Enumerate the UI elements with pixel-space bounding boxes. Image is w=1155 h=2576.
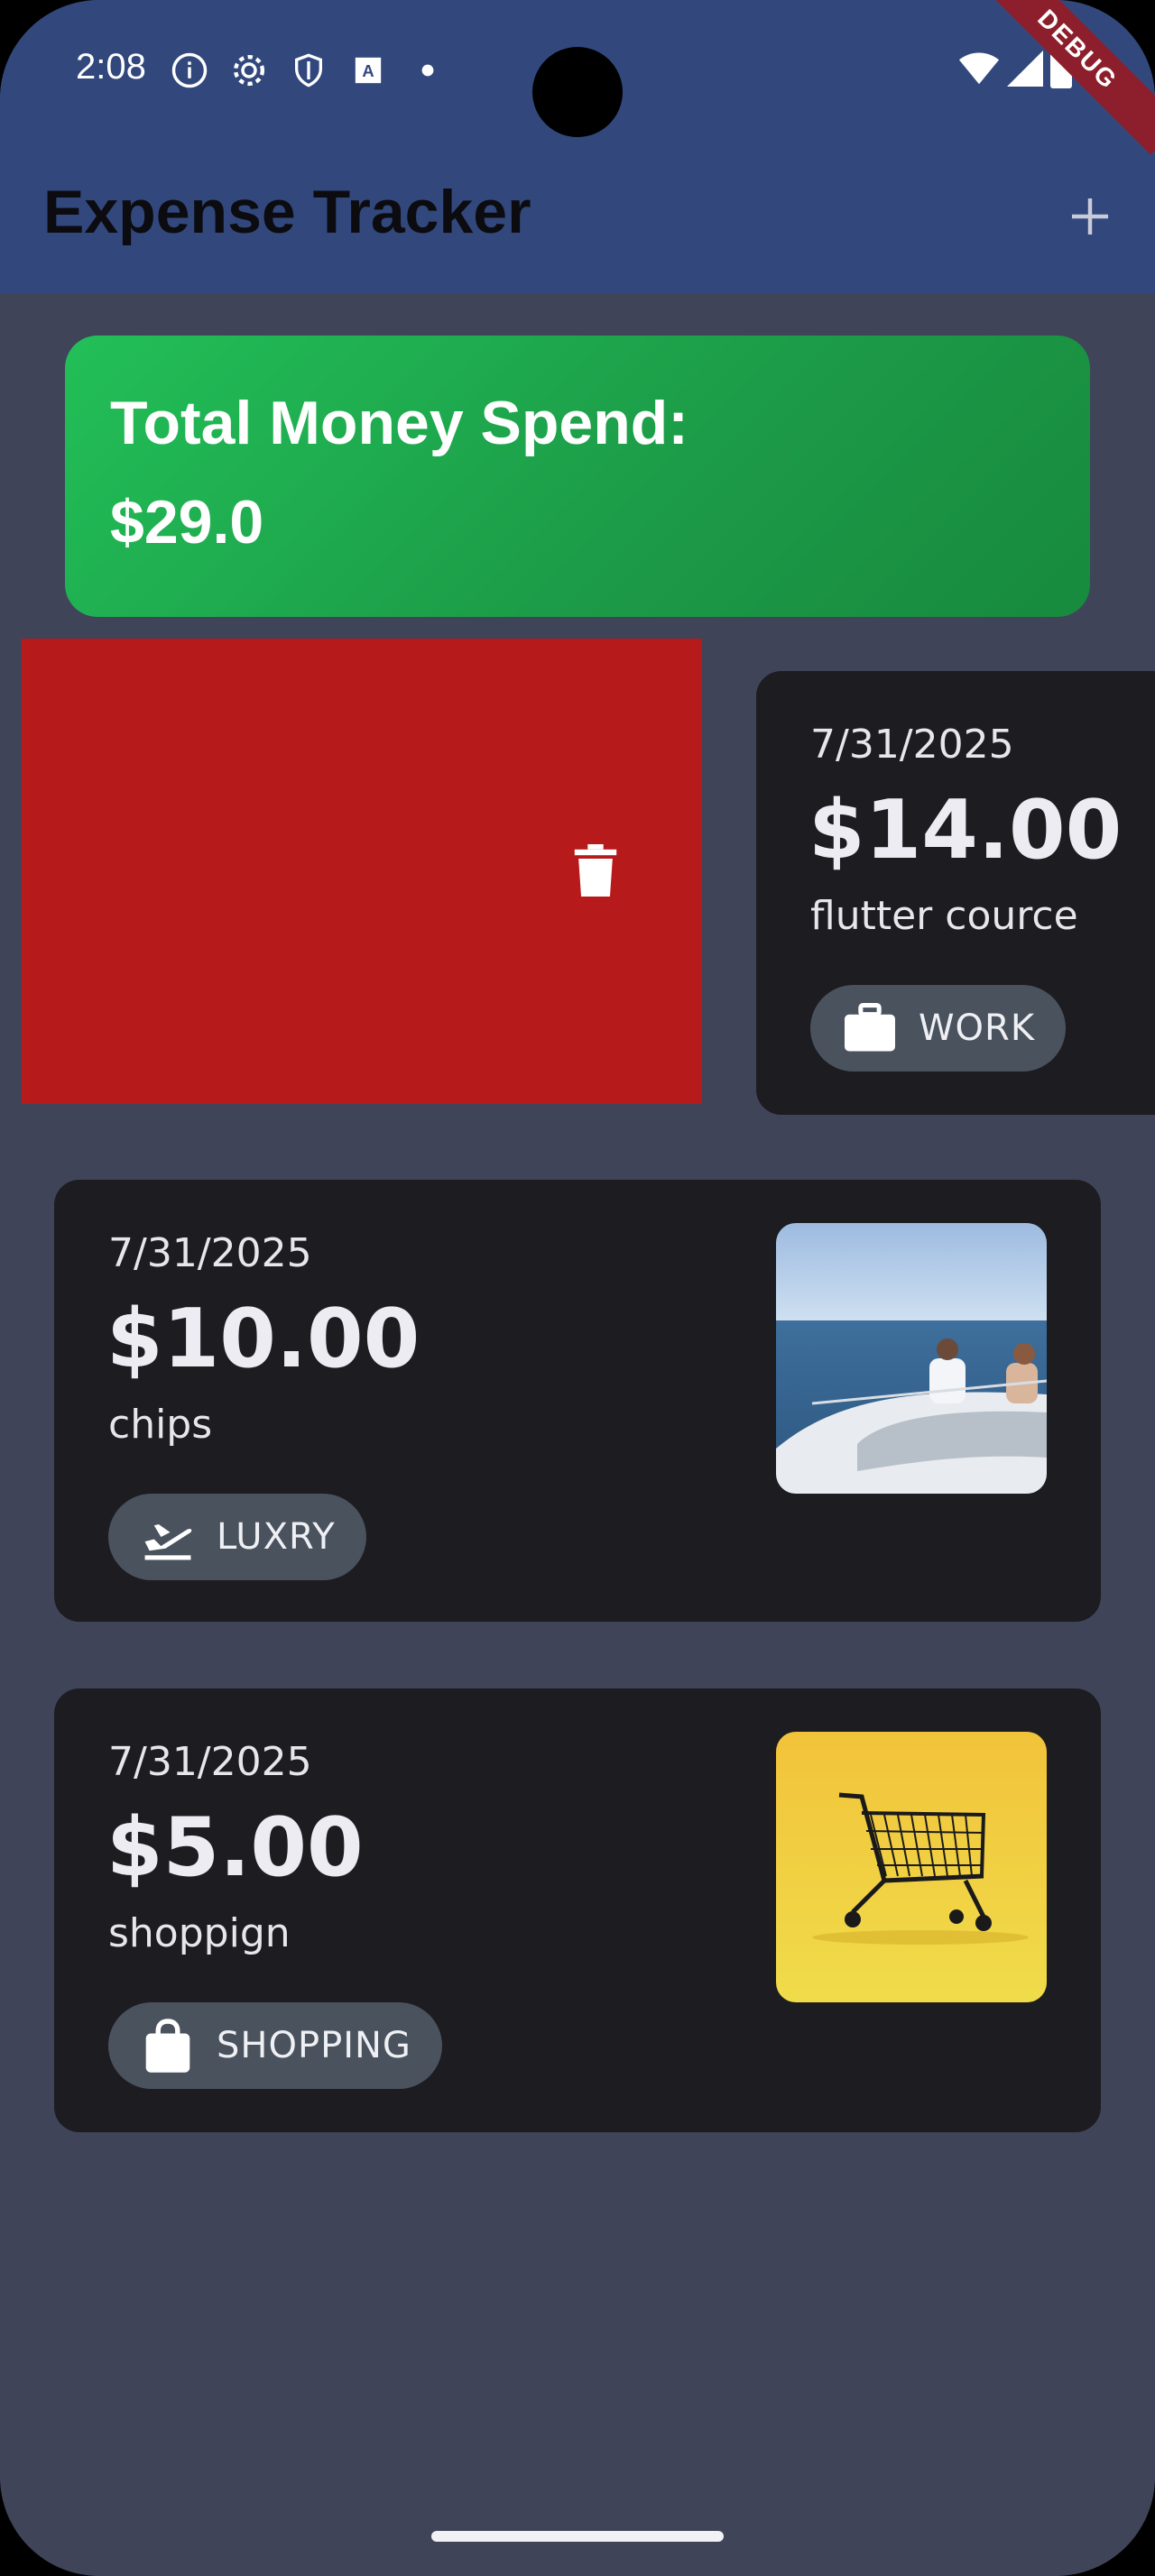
device-screen: 2:08 A DEBUG Expense Tracker Total Money… — [0, 0, 1155, 2576]
expense-card[interactable]: 7/31/2025 $14.00 flutter cource WORK — [756, 671, 1155, 1115]
expense-date: 7/31/2025 — [108, 1739, 312, 1785]
briefcase-icon — [841, 999, 899, 1057]
category-label: SHOPPING — [217, 2025, 411, 2066]
app-bar: 2:08 A DEBUG Expense Tracker — [0, 0, 1155, 293]
signal-icon — [1007, 51, 1043, 91]
expense-title: shoppign — [108, 1910, 291, 1956]
page-title: Expense Tracker — [43, 178, 531, 246]
plus-icon — [1072, 198, 1108, 235]
total-summary-card: Total Money Spend: $29.0 — [65, 336, 1090, 617]
expense-amount: $5.00 — [106, 1800, 364, 1895]
swipe-delete-background[interactable] — [22, 639, 702, 1104]
expense-amount: $10.00 — [106, 1292, 420, 1386]
expense-date: 7/31/2025 — [108, 1230, 312, 1276]
shopping-bag-icon — [139, 2017, 197, 2075]
shield-icon — [287, 49, 330, 92]
shopping-cart-photo — [776, 1732, 1047, 2002]
status-time: 2:08 — [76, 47, 146, 87]
svg-text:A: A — [362, 61, 374, 80]
category-chip: LUXRY — [108, 1494, 366, 1580]
expense-card[interactable]: 7/31/2025 $5.00 shoppign SHOPPING — [54, 1688, 1101, 2132]
flight-takeoff-icon — [139, 1508, 197, 1566]
category-chip: WORK — [810, 985, 1067, 1072]
yacht-photo — [776, 1223, 1047, 1494]
expense-title: flutter cource — [810, 893, 1078, 939]
expense-title: chips — [108, 1402, 213, 1448]
category-chip: SHOPPING — [108, 2002, 442, 2089]
camera-cutout — [532, 47, 623, 137]
total-label: Total Money Spend: — [110, 389, 688, 457]
expense-amount: $14.00 — [808, 783, 1123, 878]
expense-card[interactable]: 7/31/2025 $10.00 chips LUXRY — [54, 1180, 1101, 1622]
category-label: WORK — [919, 1007, 1036, 1049]
total-value: $29.0 — [110, 488, 264, 557]
font-icon: A — [346, 49, 390, 92]
info-icon — [168, 49, 211, 92]
add-expense-button[interactable] — [1061, 188, 1119, 245]
dot-icon — [406, 49, 449, 92]
category-label: LUXRY — [217, 1516, 336, 1558]
status-icons: A — [168, 49, 449, 92]
settings-icon — [227, 49, 271, 92]
wifi-icon — [958, 51, 1000, 91]
home-indicator[interactable] — [431, 2531, 724, 2542]
expense-date: 7/31/2025 — [810, 722, 1014, 768]
trash-icon — [574, 844, 624, 898]
